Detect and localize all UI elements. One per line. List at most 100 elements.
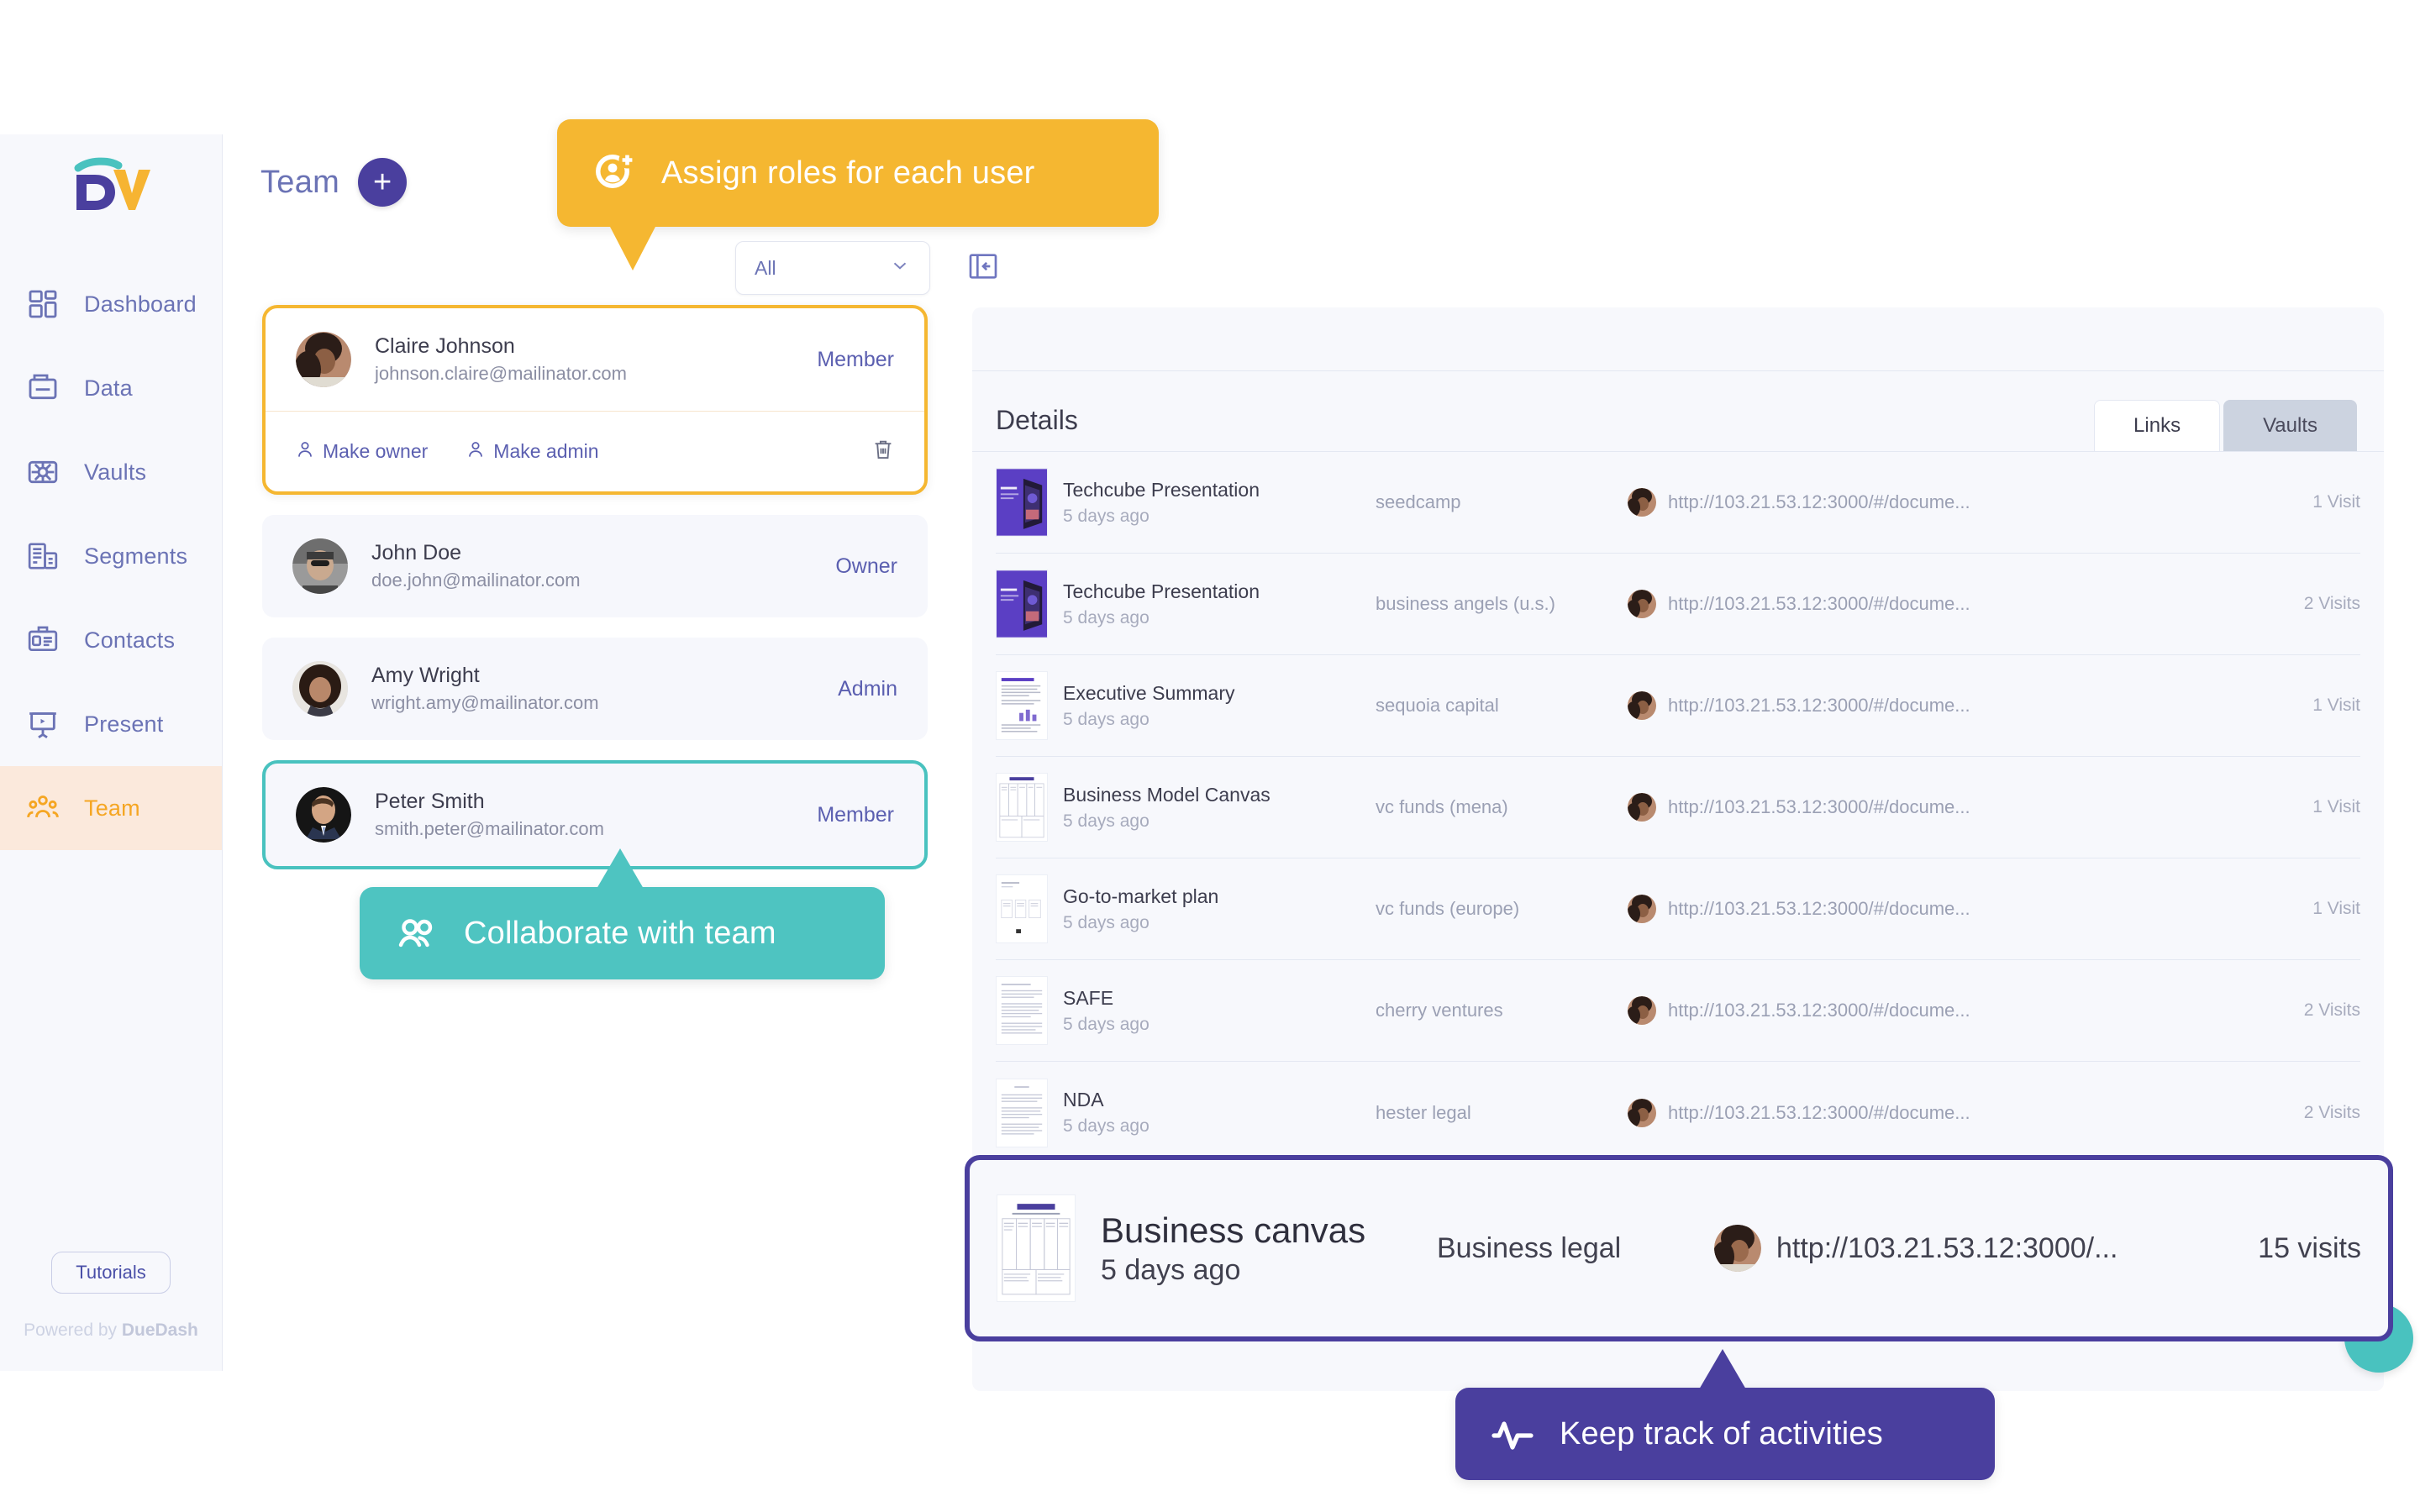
segment-name: sequoia capital: [1376, 695, 1499, 716]
member-email: smith.peter@mailinator.com: [375, 818, 604, 839]
member-name: John Doe: [371, 541, 462, 564]
document-date: 5 days ago: [1063, 709, 1150, 729]
make-admin-button[interactable]: Make admin: [465, 438, 599, 465]
link-cell[interactable]: http://103.21.53.12:3000/#/docume...: [1628, 895, 2234, 923]
member-summary-row[interactable]: Amy Wright wright.amy@mailinator.com Adm…: [262, 638, 928, 740]
document-url: http://103.21.53.12:3000/...: [1776, 1231, 2118, 1264]
delete-member-button[interactable]: [871, 437, 896, 466]
data-icon: [25, 370, 60, 406]
team-member-card-selected[interactable]: Claire Johnson johnson.claire@mailinator…: [262, 305, 928, 495]
document-url: http://103.21.53.12:3000/#/docume...: [1668, 593, 1970, 614]
callout-tail: [609, 225, 656, 270]
avatar: [1628, 793, 1656, 822]
document-url: http://103.21.53.12:3000/#/docume...: [1668, 796, 1970, 817]
tutorials-button[interactable]: Tutorials: [51, 1252, 171, 1294]
visit-count: 2 Visits: [2303, 594, 2360, 613]
document-meta: Business canvas 5 days ago: [1076, 1210, 1437, 1287]
document-date: 5 days ago: [1063, 607, 1150, 627]
team-member-card[interactable]: Amy Wright wright.amy@mailinator.com Adm…: [262, 638, 928, 740]
member-summary-row[interactable]: Claire Johnson johnson.claire@mailinator…: [266, 308, 924, 411]
tab-vaults[interactable]: Vaults: [2223, 400, 2357, 451]
techcube-thumb: [996, 468, 1048, 537]
collapse-panel-icon: [966, 249, 1000, 287]
visit-count: 1 Visit: [2312, 797, 2360, 816]
user-icon: [465, 438, 487, 465]
canvas-thumb: [997, 1194, 1076, 1302]
callout-tail: [1699, 1349, 1746, 1389]
sidebar-item-vaults[interactable]: Vaults: [0, 430, 222, 514]
team-member-card-highlighted[interactable]: Peter Smith smith.peter@mailinator.com M…: [262, 760, 928, 869]
team-header: Team +: [260, 158, 408, 207]
chevron-down-icon: [889, 255, 911, 281]
collapse-panel-button[interactable]: [965, 250, 1001, 286]
tab-links[interactable]: Links: [2094, 400, 2221, 451]
member-identity: Peter Smith smith.peter@mailinator.com: [375, 790, 793, 840]
document-title: SAFE: [1063, 986, 1114, 1009]
table-row[interactable]: Business Model Canvas 5 days ago vc fund…: [996, 757, 2360, 858]
document-title: Business canvas: [1101, 1210, 1366, 1250]
role-filter-value: All: [755, 256, 776, 279]
table-row[interactable]: Go-to-market plan 5 days ago vc funds (e…: [996, 858, 2360, 960]
link-cell[interactable]: http://103.21.53.12:3000/#/docume...: [1628, 1098, 2234, 1127]
member-role: Admin: [838, 676, 897, 701]
segments-icon: [25, 538, 60, 574]
member-email: johnson.claire@mailinator.com: [375, 363, 627, 384]
link-cell[interactable]: http://103.21.53.12:3000/#/docume...: [1628, 996, 2234, 1025]
add-member-button[interactable]: +: [358, 158, 408, 207]
member-role: Member: [817, 347, 894, 371]
document-url: http://103.21.53.12:3000/#/docume...: [1668, 491, 1970, 512]
dashboard-icon: [25, 286, 60, 322]
visit-count: 15 visits: [2258, 1231, 2361, 1264]
sidebar-item-label: Segments: [84, 543, 188, 569]
segment-name: Business legal: [1437, 1231, 1622, 1264]
sidebar-item-segments[interactable]: Segments: [0, 514, 222, 598]
link-cell[interactable]: http://103.21.53.12:3000/#/docume...: [1628, 691, 2234, 720]
member-email: doe.john@mailinator.com: [371, 570, 581, 591]
document-date: 5 days ago: [1063, 811, 1150, 831]
sidebar-item-data[interactable]: Data: [0, 346, 222, 430]
highlighted-activity-row[interactable]: Business canvas 5 days ago Business lega…: [965, 1155, 2393, 1341]
member-email: wright.amy@mailinator.com: [371, 692, 599, 713]
role-filter-select[interactable]: All: [735, 241, 930, 295]
member-summary-row[interactable]: John Doe doe.john@mailinator.com Owner: [262, 515, 928, 617]
member-role: Owner: [835, 554, 897, 578]
link-cell[interactable]: http://103.21.53.12:3000/#/docume...: [1628, 488, 2234, 517]
segment-name: vc funds (europe): [1376, 898, 1520, 919]
table-row[interactable]: Techcube Presentation 5 days ago busines…: [996, 554, 2360, 655]
member-name: Peter Smith: [375, 790, 485, 813]
avatar: [1628, 691, 1656, 720]
document-title: Executive Summary: [1063, 681, 1235, 704]
callout-label: Collaborate with team: [464, 915, 776, 951]
callout-label: Keep track of activities: [1560, 1415, 1883, 1452]
table-row[interactable]: SAFE 5 days ago cherry ventures http://1…: [996, 960, 2360, 1062]
document-title: Techcube Presentation: [1063, 580, 1260, 602]
sidebar-item-dashboard[interactable]: Dashboard: [0, 262, 222, 346]
link-cell[interactable]: http://103.21.53.12:3000/...: [1714, 1225, 2185, 1272]
table-row[interactable]: Executive Summary 5 days ago sequoia cap…: [996, 655, 2360, 757]
avatar: [292, 661, 348, 717]
team-member-list: Claire Johnson johnson.claire@mailinator…: [262, 305, 928, 890]
table-row[interactable]: NDA 5 days ago hester legal http://103.2…: [996, 1062, 2360, 1163]
table-row[interactable]: Techcube Presentation 5 days ago seedcam…: [996, 452, 2360, 554]
team-member-card[interactable]: John Doe doe.john@mailinator.com Owner: [262, 515, 928, 617]
document-meta: Go-to-market plan 5 days ago: [1048, 885, 1376, 933]
document-date: 5 days ago: [1101, 1253, 1241, 1286]
user-icon: [294, 438, 316, 465]
document-date: 5 days ago: [1063, 1116, 1150, 1136]
sidebar-item-present[interactable]: Present: [0, 682, 222, 766]
member-name: Claire Johnson: [375, 334, 515, 358]
link-cell[interactable]: http://103.21.53.12:3000/#/docume...: [1628, 590, 2234, 618]
member-identity: Amy Wright wright.amy@mailinator.com: [371, 664, 814, 714]
contacts-icon: [25, 622, 60, 658]
sidebar-item-team[interactable]: Team: [0, 766, 222, 850]
link-cell[interactable]: http://103.21.53.12:3000/#/docume...: [1628, 793, 2234, 822]
techcube-thumb: [996, 570, 1048, 638]
sidebar-item-contacts[interactable]: Contacts: [0, 598, 222, 682]
avatar: [292, 538, 348, 594]
document-date: 5 days ago: [1063, 506, 1150, 526]
member-summary-row[interactable]: Peter Smith smith.peter@mailinator.com M…: [266, 764, 924, 866]
callout-tail: [597, 848, 644, 889]
details-title: Details: [996, 405, 1078, 435]
segment-name: hester legal: [1376, 1101, 1471, 1123]
make-owner-button[interactable]: Make owner: [294, 438, 428, 465]
